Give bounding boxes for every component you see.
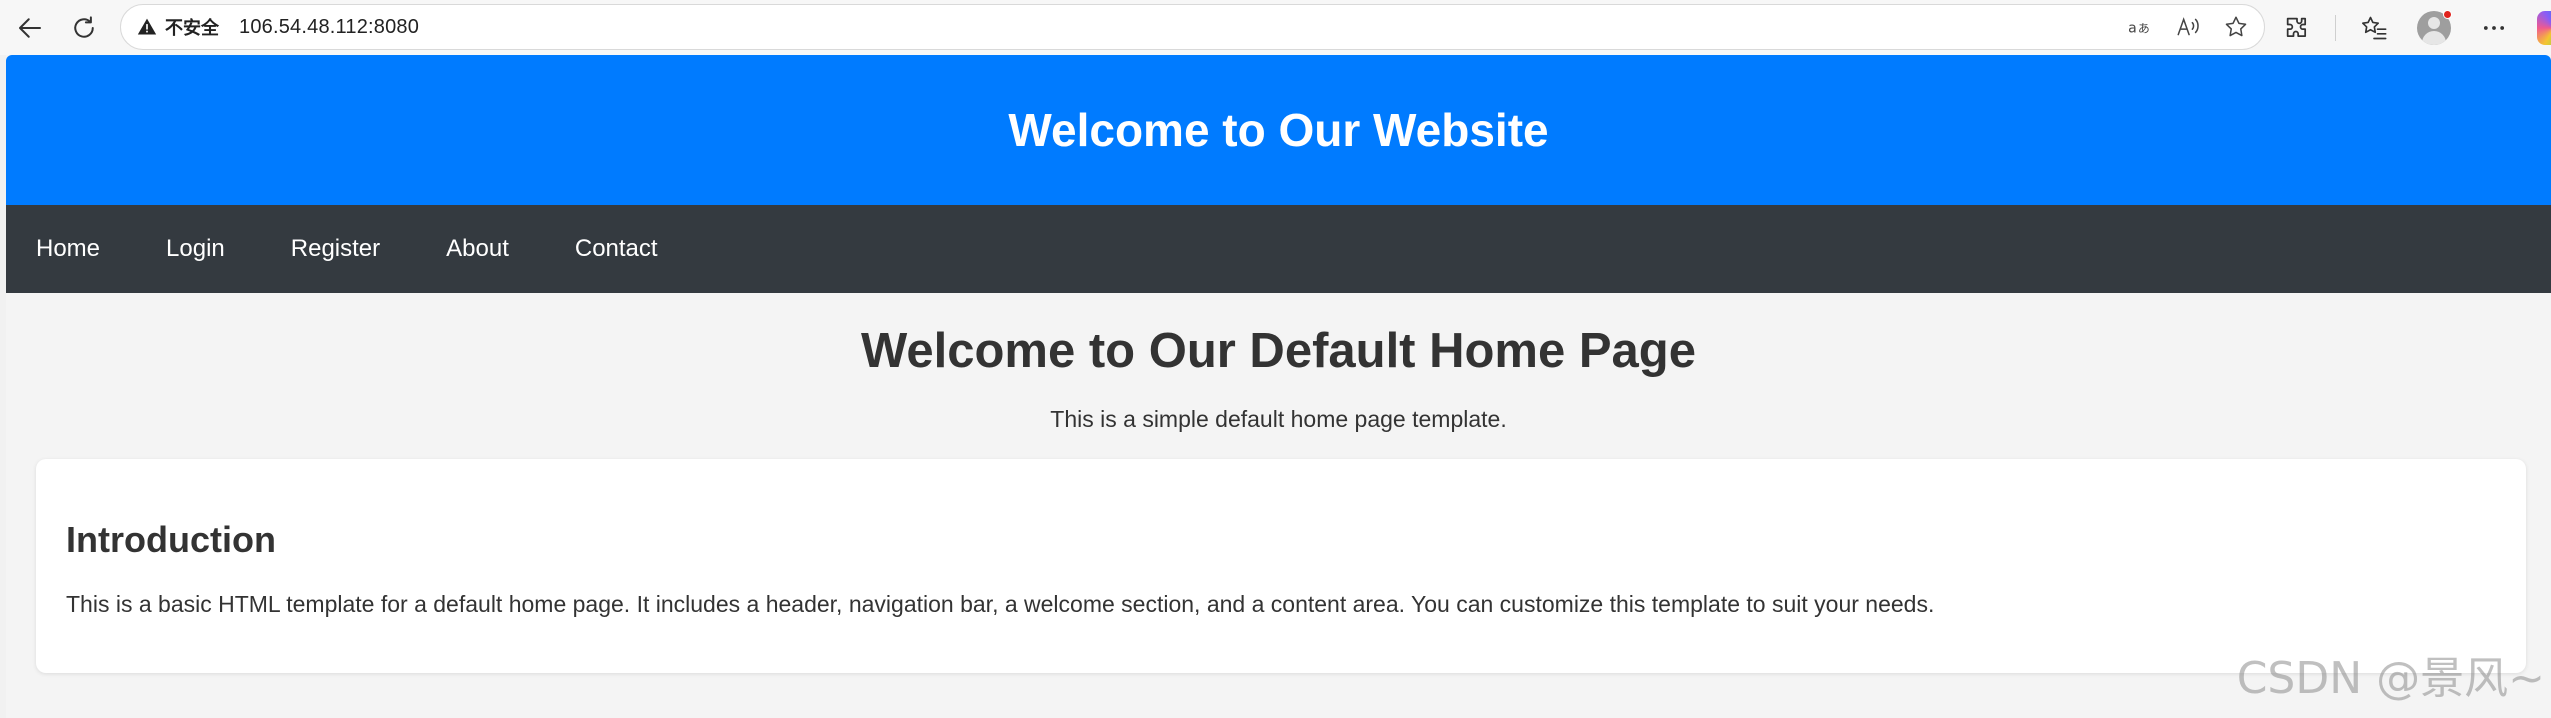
- toolbar-divider: [2335, 14, 2336, 41]
- intro-heading: Introduction: [66, 519, 276, 560]
- reload-button[interactable]: [62, 6, 106, 50]
- favorites-list-icon: [2361, 16, 2387, 39]
- extensions-button[interactable]: [2275, 6, 2319, 50]
- web-page: Welcome to Our Website Home Login Regist…: [6, 55, 2551, 718]
- site-header: Welcome to Our Website: [6, 55, 2551, 205]
- welcome-subtitle: This is a simple default home page templ…: [1050, 406, 1507, 432]
- translate-button[interactable]: aあ: [2126, 13, 2154, 41]
- translate-icon: aあ: [2128, 20, 2150, 36]
- reload-icon: [74, 15, 94, 38]
- browser-toolbar: 不安全 106.54.48.112:8080 aあ: [0, 0, 2551, 55]
- nav-link-register[interactable]: Register: [291, 235, 380, 263]
- read-aloud-icon: [2177, 17, 2199, 36]
- nav-link-about[interactable]: About: [446, 235, 509, 263]
- back-arrow-icon: [19, 17, 41, 38]
- security-label: 不安全: [165, 18, 219, 38]
- notification-dot: [2443, 9, 2452, 19]
- nav-link-home[interactable]: Home: [36, 235, 100, 263]
- svg-text:あ: あ: [2138, 21, 2150, 35]
- profile-button[interactable]: [2412, 6, 2456, 50]
- intro-text: This is a basic HTML template for a defa…: [66, 591, 1935, 617]
- favorite-star-icon: [2225, 16, 2247, 37]
- more-menu-button[interactable]: [2472, 6, 2516, 50]
- site-nav: Home Login Register About Contact: [6, 205, 2551, 293]
- add-favorite-button[interactable]: [2222, 13, 2250, 41]
- welcome-heading: Welcome to Our Default Home Page: [861, 324, 1696, 378]
- url-text[interactable]: 106.54.48.112:8080: [239, 16, 419, 39]
- svg-text:a: a: [2128, 20, 2137, 36]
- favorites-button[interactable]: [2352, 6, 2396, 50]
- back-button[interactable]: [8, 6, 52, 50]
- nav-link-contact[interactable]: Contact: [575, 235, 658, 263]
- profile-avatar: [2417, 9, 2452, 45]
- copilot-icon: [2537, 10, 2551, 45]
- extensions-icon: [2286, 17, 2307, 37]
- nav-link-login[interactable]: Login: [166, 235, 225, 263]
- site-title: Welcome to Our Website: [1008, 104, 1549, 156]
- more-menu-icon: [2483, 25, 2505, 30]
- warning-icon: [137, 18, 157, 35]
- copilot-button[interactable]: [2532, 6, 2551, 50]
- watermark: CSDN @景风~: [2236, 653, 2545, 704]
- intro-card: Introduction This is a basic HTML templa…: [36, 459, 2526, 673]
- site-security-indicator[interactable]: 不安全: [137, 14, 219, 40]
- read-aloud-button[interactable]: [2174, 13, 2202, 41]
- welcome-section: Welcome to Our Default Home Page This is…: [6, 293, 2551, 433]
- address-bar[interactable]: 不安全 106.54.48.112:8080 aあ: [120, 4, 2265, 50]
